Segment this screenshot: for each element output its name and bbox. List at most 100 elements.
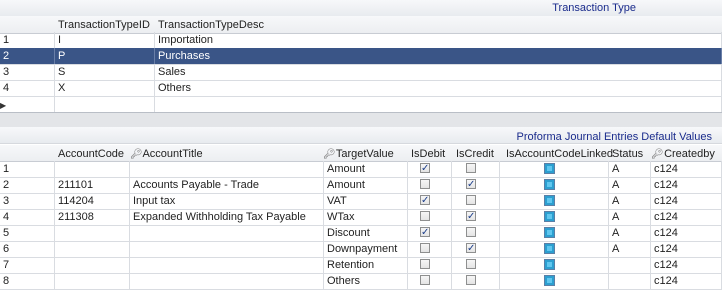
target-value-cell[interactable]: Downpayment <box>324 241 408 257</box>
transaction-type-desc[interactable] <box>155 96 722 112</box>
is-credit-checkbox[interactable] <box>466 227 476 237</box>
account-code-cell[interactable]: 211308 <box>55 209 130 225</box>
created-by-cell[interactable]: c124 <box>651 257 722 273</box>
created-by-cell[interactable]: c124 <box>651 209 722 225</box>
table-row[interactable]: 2 211101 Accounts Payable - Trade Amount ✓ Ac… <box>0 177 722 194</box>
created-by-cell[interactable]: c124 <box>651 177 722 193</box>
table-row[interactable]: 3 S Sales <box>0 64 722 81</box>
is-credit-checkbox[interactable] <box>466 259 476 269</box>
table-row[interactable]: 5 Discount ✓ Ac124 <box>0 225 722 242</box>
transaction-type-desc[interactable]: Purchases <box>155 48 722 64</box>
linked-tristate-checkbox[interactable] <box>544 227 555 238</box>
target-value-cell[interactable]: Discount <box>324 225 408 241</box>
is-credit-checkbox[interactable] <box>466 195 476 205</box>
account-title-cell[interactable] <box>130 225 324 241</box>
transaction-type-desc[interactable]: Sales <box>155 64 722 80</box>
created-by-cell[interactable]: c124 <box>651 193 722 209</box>
linked-tristate-checkbox[interactable] <box>544 195 555 206</box>
is-credit-checkbox[interactable]: ✓ <box>466 179 476 190</box>
target-value-cell[interactable]: Amount <box>324 161 408 177</box>
is-debit-checkbox[interactable]: ✓ <box>420 163 430 174</box>
is-credit-checkbox[interactable] <box>466 163 476 173</box>
column-header-isdebit[interactable]: IsDebit <box>411 148 445 160</box>
status-cell[interactable]: A <box>609 241 651 257</box>
target-value-cell[interactable]: Others <box>324 273 408 289</box>
status-cell[interactable] <box>609 257 651 273</box>
account-title-cell[interactable] <box>130 241 324 257</box>
column-header-accounttitle[interactable]: 🔑︎ AccountTitle <box>130 148 203 160</box>
linked-tristate-checkbox[interactable] <box>544 163 555 174</box>
linked-tristate-checkbox[interactable] <box>544 243 555 254</box>
account-code-cell[interactable]: 211101 <box>55 177 130 193</box>
table-row[interactable]: 1 I Importation <box>0 32 722 49</box>
column-header-targetvalue[interactable]: 🔑︎ TargetValue <box>323 148 394 160</box>
column-header-status[interactable]: Status <box>612 148 643 160</box>
column-header-createdby[interactable]: 🔑︎ Createdby <box>651 148 715 160</box>
status-cell[interactable]: A <box>609 193 651 209</box>
column-header-transactiontypeid[interactable]: TransactionTypeID <box>58 19 150 31</box>
account-code-cell[interactable] <box>55 257 130 273</box>
proforma-journal-grid[interactable]: Proforma Journal Entries Default Values … <box>0 127 722 299</box>
status-cell[interactable]: A <box>609 161 651 177</box>
table-row[interactable]: 3 114204 Input tax VAT ✓ Ac124 <box>0 193 722 210</box>
table-row[interactable]: 7 Retention c124 <box>0 257 722 274</box>
account-title-cell[interactable] <box>130 273 324 289</box>
transaction-type-desc[interactable]: Others <box>155 80 722 96</box>
is-debit-checkbox[interactable] <box>420 259 430 269</box>
created-by-cell[interactable]: c124 <box>651 241 722 257</box>
linked-tristate-checkbox[interactable] <box>544 179 555 190</box>
is-credit-checkbox[interactable] <box>466 275 476 285</box>
account-code-cell[interactable] <box>55 161 130 177</box>
transaction-type-grid[interactable]: Transaction Type TransactionTypeID Trans… <box>0 0 722 113</box>
account-code-cell[interactable] <box>55 241 130 257</box>
status-cell[interactable]: A <box>609 225 651 241</box>
target-value-cell[interactable]: VAT <box>324 193 408 209</box>
transaction-type-id[interactable]: X <box>55 80 155 96</box>
transaction-type-id[interactable]: I <box>55 32 155 48</box>
linked-tristate-checkbox[interactable] <box>544 211 555 222</box>
column-header-isaccountcodelinked[interactable]: IsAccountCodeLinked <box>506 148 613 160</box>
column-header-accountcode[interactable]: AccountCode <box>58 148 124 160</box>
created-by-cell[interactable]: c124 <box>651 161 722 177</box>
new-row[interactable]: ▶ <box>0 96 722 113</box>
new-row-selector[interactable]: ▶ <box>0 96 55 112</box>
account-title-cell[interactable]: Expanded Withholding Tax Payable <box>130 209 324 225</box>
transaction-type-id[interactable]: S <box>55 64 155 80</box>
status-cell[interactable]: A <box>609 177 651 193</box>
is-debit-checkbox[interactable] <box>420 211 430 221</box>
transaction-type-desc[interactable]: Importation <box>155 32 722 48</box>
target-value-cell[interactable]: Amount <box>324 177 408 193</box>
transaction-type-id[interactable]: P <box>55 48 155 64</box>
is-debit-checkbox[interactable] <box>420 275 430 285</box>
linked-tristate-checkbox[interactable] <box>544 259 555 270</box>
is-credit-checkbox[interactable]: ✓ <box>466 243 476 254</box>
table-row[interactable]: 8 Others c124 <box>0 273 722 290</box>
target-value-cell[interactable]: WTax <box>324 209 408 225</box>
account-title-cell[interactable] <box>130 257 324 273</box>
is-debit-checkbox[interactable]: ✓ <box>420 195 430 206</box>
target-value-cell[interactable]: Retention <box>324 257 408 273</box>
created-by-cell[interactable]: c124 <box>651 273 722 289</box>
table-row[interactable]: 6 Downpayment ✓ Ac124 <box>0 241 722 258</box>
column-header-transactiontypedesc[interactable]: TransactionTypeDesc <box>158 19 264 31</box>
is-debit-checkbox[interactable] <box>420 179 430 189</box>
linked-tristate-checkbox[interactable] <box>544 275 555 286</box>
account-title-cell[interactable]: Input tax <box>130 193 324 209</box>
status-cell[interactable]: A <box>609 209 651 225</box>
transaction-type-id[interactable] <box>55 96 155 112</box>
is-debit-checkbox[interactable] <box>420 243 430 253</box>
status-cell[interactable] <box>609 273 651 289</box>
account-title-cell[interactable] <box>130 161 324 177</box>
is-debit-checkbox[interactable]: ✓ <box>420 227 430 238</box>
table-row[interactable]: 4 211308 Expanded Withholding Tax Payable W… <box>0 209 722 226</box>
account-code-cell[interactable] <box>55 225 130 241</box>
account-code-cell[interactable]: 114204 <box>55 193 130 209</box>
table-row-selected[interactable]: 2 P Purchases <box>0 48 722 65</box>
column-header-iscredit[interactable]: IsCredit <box>456 148 494 160</box>
is-credit-checkbox[interactable]: ✓ <box>466 211 476 222</box>
account-code-cell[interactable] <box>55 273 130 289</box>
account-title-cell[interactable]: Accounts Payable - Trade <box>130 177 324 193</box>
created-by-cell[interactable]: c124 <box>651 225 722 241</box>
table-row[interactable]: 4 X Others <box>0 80 722 97</box>
table-row[interactable]: 1 Amount ✓ Ac124 <box>0 161 722 178</box>
